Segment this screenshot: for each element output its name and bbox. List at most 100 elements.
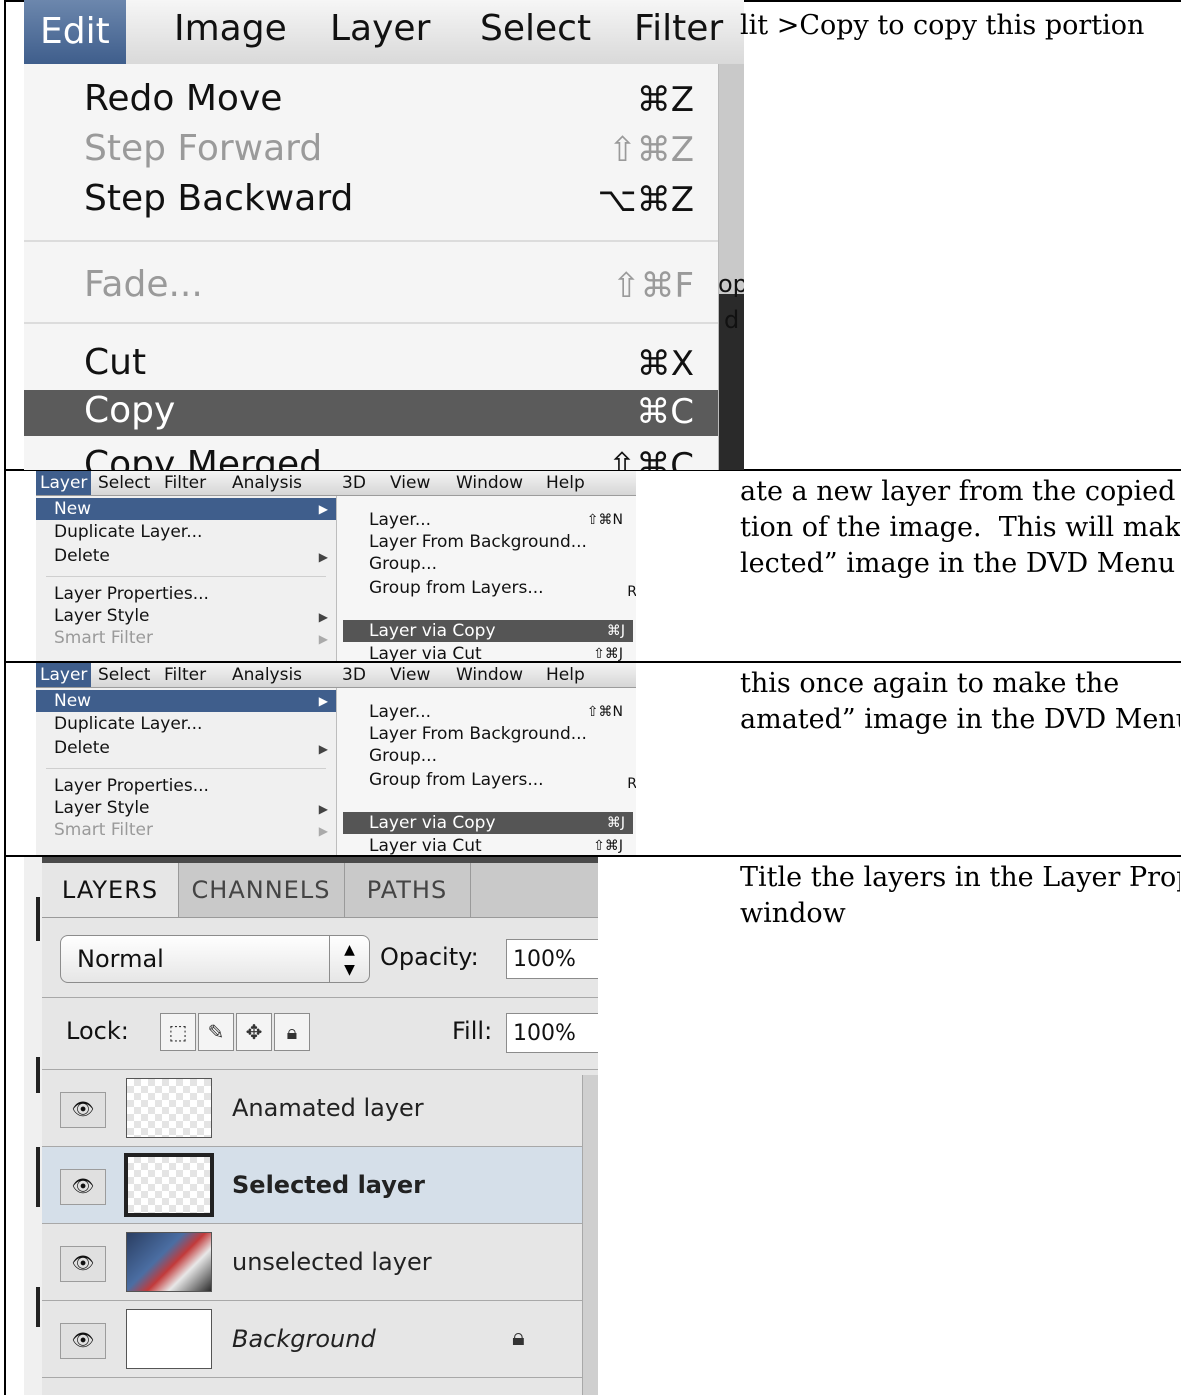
menu-item-shortcut: ⇧⌘J bbox=[593, 838, 623, 854]
layers-scrollbar[interactable] bbox=[582, 1075, 598, 1395]
layers-panel: LAYERS CHANNELS PATHS Normal ▲ ▼ Opacity:… bbox=[42, 857, 598, 1395]
menu-item-shortcut: ⇧⌘N bbox=[586, 512, 623, 528]
menubar-select[interactable]: Select bbox=[480, 8, 591, 49]
layer-row[interactable]: 👁︎ Background 🔒︎ bbox=[42, 1301, 582, 1378]
layer-menu-dropdown: New ▶ Duplicate Layer... Delete ▶ Layer … bbox=[36, 496, 336, 661]
background-text-fragment: d bbox=[724, 306, 740, 334]
menubar-help[interactable]: Help bbox=[546, 473, 585, 493]
menu-item-shortcut: ⌘X bbox=[636, 344, 694, 384]
submenu-arrow-icon: ▶ bbox=[318, 802, 328, 816]
menu-item-label: New bbox=[54, 499, 92, 519]
step-3-caption: this once again to make the amated” imag… bbox=[740, 668, 1180, 735]
menubar-help[interactable]: Help bbox=[546, 665, 585, 685]
menu-item-new[interactable]: New ▶ bbox=[36, 498, 336, 520]
menu-item-label: Delete bbox=[54, 738, 110, 758]
menu-item-label: Layer via Cut bbox=[369, 644, 482, 661]
layer-row[interactable]: 👁︎ unselected layer bbox=[42, 1224, 582, 1301]
layer-menu-screenshot-2: Layer Select Filter Analysis 3D View Win… bbox=[36, 663, 636, 855]
menubar-analysis[interactable]: Analysis bbox=[232, 665, 302, 685]
submenu-arrow-icon: ▶ bbox=[318, 502, 328, 516]
menubar-edit[interactable]: Edit bbox=[24, 0, 126, 64]
new-submenu: Layer... ⇧⌘N Layer From Background... Gr… bbox=[336, 688, 636, 855]
submenu-item-layer-from-background[interactable]: Layer From Background... bbox=[369, 724, 587, 744]
layer-row[interactable]: 👁︎ Selected layer bbox=[42, 1147, 582, 1224]
opacity-input[interactable]: 100% bbox=[506, 939, 598, 979]
panel-tabs: LAYERS CHANNELS PATHS bbox=[42, 863, 598, 918]
lock-position-icon[interactable]: ✥ bbox=[236, 1013, 272, 1051]
submenu-item-group[interactable]: Group... bbox=[369, 746, 437, 766]
tab-layers[interactable]: LAYERS bbox=[42, 863, 178, 917]
submenu-item-group-from-layers[interactable]: Group from Layers... bbox=[369, 578, 544, 598]
menu-item-label: Step Forward bbox=[84, 128, 323, 169]
visibility-eye-icon[interactable]: 👁︎ bbox=[60, 1246, 106, 1282]
menu-item-copy[interactable]: Copy ⌘C bbox=[24, 390, 718, 436]
menubar-image[interactable]: Image bbox=[174, 8, 287, 49]
menubar-filter[interactable]: Filter bbox=[164, 473, 206, 493]
layer-name: Anamated layer bbox=[232, 1094, 424, 1122]
menubar-window[interactable]: Window bbox=[456, 473, 523, 493]
menu-item-shortcut: ⌥⌘Z bbox=[597, 180, 694, 220]
edit-menu-bar: Edit Image Layer Select Filter bbox=[24, 0, 744, 65]
menu-item-duplicate-layer[interactable]: Duplicate Layer... bbox=[54, 522, 202, 542]
visibility-eye-icon[interactable]: 👁︎ bbox=[60, 1323, 106, 1359]
visibility-eye-icon[interactable]: 👁︎ bbox=[60, 1092, 106, 1128]
step-4-caption: Title the layers in the Layer Properties… bbox=[740, 862, 1180, 929]
step-1-caption: lit >Copy to copy this portion bbox=[740, 10, 1145, 41]
submenu-item-group[interactable]: Group... bbox=[369, 554, 437, 574]
menubar-filter[interactable]: Filter bbox=[164, 665, 206, 685]
menu-item-label: Cut bbox=[84, 342, 147, 383]
fill-input[interactable]: 100% bbox=[506, 1013, 598, 1053]
new-submenu: Layer... ⇧⌘N Layer From Background... Gr… bbox=[336, 496, 636, 661]
visibility-eye-icon[interactable]: 👁︎ bbox=[60, 1169, 106, 1205]
blend-mode-select[interactable]: Normal ▲ ▼ bbox=[60, 935, 370, 983]
menu-item-layer-properties[interactable]: Layer Properties... bbox=[54, 584, 209, 604]
layer-thumbnail bbox=[126, 1309, 212, 1369]
menu-separator bbox=[24, 240, 718, 242]
menu-item-label: Layer via Cut bbox=[369, 836, 482, 855]
layer-name: Selected layer bbox=[232, 1171, 426, 1199]
lock-image-pixels-icon[interactable]: ✎ bbox=[198, 1013, 234, 1051]
menubar-view[interactable]: View bbox=[390, 665, 430, 685]
menubar-filter[interactable]: Filter bbox=[634, 8, 723, 49]
layer-name: Background bbox=[232, 1325, 376, 1353]
menu-item-label: Layer via Copy bbox=[369, 813, 496, 833]
menubar-layer[interactable]: Layer bbox=[36, 471, 92, 495]
menubar-select[interactable]: Select bbox=[98, 665, 150, 685]
layer-thumbnail bbox=[124, 1153, 214, 1217]
lock-transparent-pixels-icon[interactable]: ⬚ bbox=[160, 1013, 196, 1051]
menu-item-label: Smart Filter bbox=[54, 820, 153, 840]
menubar-layer[interactable]: Layer bbox=[36, 663, 92, 687]
layer-name: unselected layer bbox=[232, 1248, 432, 1276]
menubar-3d[interactable]: 3D bbox=[342, 665, 366, 685]
submenu-arrow-icon: ▶ bbox=[318, 824, 328, 838]
menu-item-duplicate-layer[interactable]: Duplicate Layer... bbox=[54, 714, 202, 734]
menubar-select[interactable]: Select bbox=[98, 473, 150, 493]
lock-all-icon[interactable]: 🔒︎ bbox=[274, 1013, 310, 1051]
submenu-item-group-from-layers[interactable]: Group from Layers... bbox=[369, 770, 544, 790]
menu-item-new[interactable]: New ▶ bbox=[36, 690, 336, 712]
menu-item-label: Copy bbox=[84, 390, 176, 431]
submenu-item-layer-via-copy[interactable]: Layer via Copy ⌘J bbox=[343, 812, 633, 834]
submenu-item-layer-via-copy[interactable]: Layer via Copy ⌘J bbox=[343, 620, 633, 642]
layer-menu-screenshot-1: Layer Select Filter Analysis 3D View Win… bbox=[36, 471, 636, 661]
submenu-item-layer-from-background[interactable]: Layer From Background... bbox=[369, 532, 587, 552]
tab-paths[interactable]: PATHS bbox=[345, 863, 469, 917]
edit-menu-screenshot: Edit Image Layer Select Filter Redo Move… bbox=[24, 0, 744, 470]
fill-label: Fill: bbox=[452, 1017, 493, 1045]
menu-item-label: Step Backward bbox=[84, 178, 354, 219]
menubar-view[interactable]: View bbox=[390, 473, 430, 493]
submenu-arrow-icon: ▶ bbox=[318, 610, 328, 624]
menu-item-label: Layer via Copy bbox=[369, 621, 496, 641]
menubar-window[interactable]: Window bbox=[456, 665, 523, 685]
menu-item-label: Copy Merged bbox=[84, 444, 322, 470]
menu-item-layer-properties[interactable]: Layer Properties... bbox=[54, 776, 209, 796]
menu-item-shortcut: ⇧⌘Z bbox=[608, 130, 694, 170]
menu-item-shortcut: ⌘Z bbox=[636, 80, 694, 120]
menubar-analysis[interactable]: Analysis bbox=[232, 473, 302, 493]
layer-row[interactable]: 👁︎ Anamated layer bbox=[42, 1070, 582, 1147]
menu-item-shortcut: ⇧⌘F bbox=[611, 266, 694, 306]
menubar-3d[interactable]: 3D bbox=[342, 473, 366, 493]
tab-channels[interactable]: CHANNELS bbox=[179, 863, 343, 917]
menubar-layer[interactable]: Layer bbox=[330, 8, 430, 49]
edit-menu-dropdown: Redo Move ⌘Z Step Forward ⇧⌘Z Step Backw… bbox=[24, 64, 719, 470]
